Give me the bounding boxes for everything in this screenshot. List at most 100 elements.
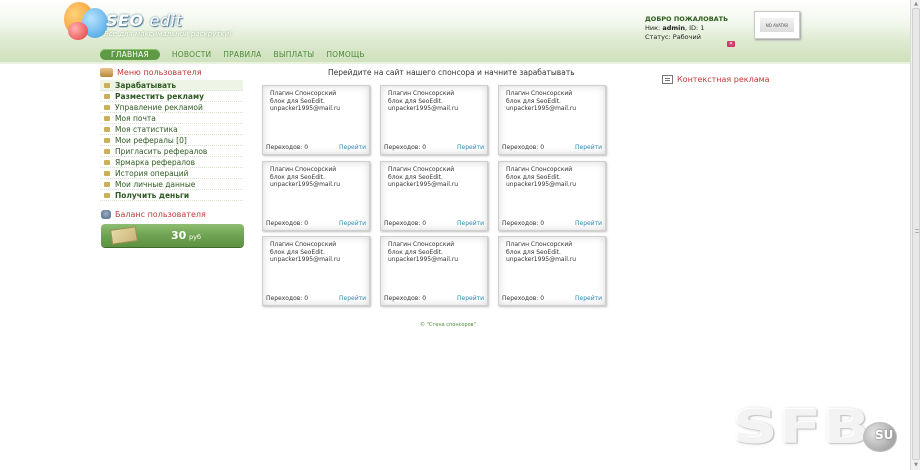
nav-help[interactable]: ПОМОЩЬ xyxy=(320,50,370,59)
watermark-text: SFB xyxy=(733,400,872,454)
clicks-count: Переходов: 0 xyxy=(384,144,427,151)
sponsor-wall-title: Перейдите на сайт нашего спонсора и начн… xyxy=(328,68,575,77)
go-link[interactable]: Перейти xyxy=(457,295,484,302)
menu-item-label: Управление рекламой xyxy=(115,102,203,112)
banknotes-icon xyxy=(110,226,138,245)
user-menu: Зарабатывать Разместить рекламу Управлен… xyxy=(100,80,243,201)
card-email: unpacker1995@mail.ru xyxy=(388,256,459,263)
menu-item-manage-ads[interactable]: Управление рекламой xyxy=(100,102,243,113)
card-line: блок для SeoEdit. xyxy=(388,173,443,181)
card-footer: Переходов: 0 Перейти xyxy=(502,220,602,227)
sponsor-card[interactable]: Плагин Спонсорский блок для SeoEdit. unp… xyxy=(498,161,606,231)
menu-item-label: Мои личные данные xyxy=(115,179,196,189)
ads-document-icon xyxy=(662,75,673,84)
page: SEO edit Все для максимальной раскрутки!… xyxy=(0,0,920,470)
user-status: Статус: Рабочий xyxy=(645,33,701,41)
go-link[interactable]: Перейти xyxy=(575,144,602,151)
card-line: Плагин Спонсорский xyxy=(388,90,455,97)
menu-item-label: Зарабатывать xyxy=(115,80,177,90)
clicks-count: Переходов: 0 xyxy=(384,295,427,302)
context-ads-title: Контекстная реклама xyxy=(677,75,770,84)
briefcase-icon xyxy=(100,68,113,77)
go-link[interactable]: Перейти xyxy=(575,295,602,302)
sponsor-card[interactable]: Плагин Спонсорский блок для SeoEdit. unp… xyxy=(498,85,606,155)
main-nav: ГЛАВНАЯ НОВОСТИ ПРАВИЛА ВЫПЛАТЫ ПОМОЩЬ xyxy=(100,48,371,60)
go-link[interactable]: Перейти xyxy=(339,220,366,227)
card-line: Плагин Спонсорский xyxy=(506,90,573,97)
menu-item-profile[interactable]: Мои личные данные xyxy=(100,179,243,190)
logout-close-icon[interactable]: ✕ xyxy=(727,41,735,47)
scroll-down-arrow-icon[interactable]: ▼ xyxy=(913,462,919,468)
menu-item-label: Мои рефералы [0] xyxy=(115,135,187,145)
card-email: unpacker1995@mail.ru xyxy=(270,105,341,112)
sponsor-card[interactable]: Плагин Спонсорский блок для SeoEdit. unp… xyxy=(262,236,370,306)
clicks-count: Переходов: 0 xyxy=(266,144,309,151)
menu-item-earn[interactable]: Зарабатывать xyxy=(100,80,243,91)
sponsor-card[interactable]: Плагин Спонсорский блок для SeoEdit. unp… xyxy=(380,236,488,306)
context-ads-heading: Контекстная реклама xyxy=(662,75,770,84)
avatar-placeholder: NO AVATAR xyxy=(760,18,794,32)
nav-rules[interactable]: ПРАВИЛА xyxy=(217,50,267,59)
menu-bullet-icon xyxy=(104,115,110,121)
clicks-count: Переходов: 0 xyxy=(502,220,545,227)
site-logo[interactable]: SEO edit xyxy=(106,11,182,30)
nav-payouts[interactable]: ВЫПЛАТЫ xyxy=(268,50,321,59)
go-link[interactable]: Перейти xyxy=(339,144,366,151)
avatar[interactable]: NO AVATAR xyxy=(754,11,800,39)
balance-box: 30 руб xyxy=(101,224,244,247)
menu-bullet-icon xyxy=(104,170,110,176)
clicks-count: Переходов: 0 xyxy=(502,144,545,151)
menu-item-history[interactable]: История операций xyxy=(100,168,243,179)
sponsor-card-text: Плагин Спонсорский блок для SeoEdit. unp… xyxy=(270,90,366,113)
menu-item-referral-market[interactable]: Ярмарка рефералов xyxy=(100,157,243,168)
header-divider xyxy=(0,62,910,64)
sponsor-wall-footer-link[interactable]: © "Стена спонсоров" xyxy=(420,322,476,328)
menu-item-place-ads[interactable]: Разместить рекламу xyxy=(100,91,243,102)
sponsor-card[interactable]: Плагин Спонсорский блок для SeoEdit. unp… xyxy=(380,161,488,231)
card-line: Плагин Спонсорский xyxy=(388,166,455,173)
watermark: SFB SU xyxy=(733,400,913,460)
card-line: блок для SeoEdit. xyxy=(506,248,561,256)
sponsor-card-text: Плагин Спонсорский блок для SeoEdit. unp… xyxy=(388,241,484,264)
scroll-up-arrow-icon[interactable]: ▲ xyxy=(913,1,919,7)
sponsor-card[interactable]: Плагин Спонсорский блок для SeoEdit. unp… xyxy=(262,161,370,231)
card-email: unpacker1995@mail.ru xyxy=(388,105,459,112)
menu-item-stats[interactable]: Моя статистика xyxy=(100,124,243,135)
welcome-block: ДОБРО ПОЖАЛОВАТЬ Ник: admin, ID: 1 Стату… xyxy=(645,15,728,42)
logo-subtitle: Все для максимальной раскрутки! xyxy=(104,30,232,38)
go-link[interactable]: Перейти xyxy=(339,295,366,302)
scroll-thumb[interactable] xyxy=(912,8,920,460)
menu-item-withdraw[interactable]: Получить деньги xyxy=(100,190,243,201)
money-bag-icon xyxy=(101,210,111,219)
scroll-grip-icon xyxy=(915,229,919,233)
menu-bullet-icon xyxy=(104,104,110,110)
nick-value[interactable]: admin xyxy=(662,24,685,32)
menu-item-invite[interactable]: Пригласить рефералов xyxy=(100,146,243,157)
menu-bullet-icon xyxy=(104,181,110,187)
menu-item-referrals[interactable]: Мои рефералы [0] xyxy=(100,135,243,146)
clicks-count: Переходов: 0 xyxy=(266,295,309,302)
menu-bullet-icon xyxy=(104,82,110,88)
menu-bullet-icon xyxy=(104,159,110,165)
welcome-title: ДОБРО ПОЖАЛОВАТЬ xyxy=(645,15,729,23)
menu-bullet-icon xyxy=(104,137,110,143)
sponsor-card[interactable]: Плагин Спонсорский блок для SeoEdit. unp… xyxy=(262,85,370,155)
balance-title: Баланс пользователя xyxy=(115,210,206,219)
menu-item-mail[interactable]: Моя почта xyxy=(100,113,243,124)
menu-item-label: Моя почта xyxy=(115,113,156,123)
card-email: unpacker1995@mail.ru xyxy=(270,256,341,263)
go-link[interactable]: Перейти xyxy=(575,220,602,227)
nav-home[interactable]: ГЛАВНАЯ xyxy=(100,48,160,60)
sponsor-card[interactable]: Плагин Спонсорский блок для SeoEdit. unp… xyxy=(498,236,606,306)
sponsor-card-text: Плагин Спонсорский блок для SeoEdit. unp… xyxy=(506,241,602,264)
card-footer: Переходов: 0 Перейти xyxy=(384,144,484,151)
menu-bullet-icon xyxy=(104,148,110,154)
go-link[interactable]: Перейти xyxy=(457,144,484,151)
card-line: блок для SeoEdit. xyxy=(270,248,325,256)
nav-news[interactable]: НОВОСТИ xyxy=(166,50,217,59)
card-footer: Переходов: 0 Перейти xyxy=(384,220,484,227)
go-link[interactable]: Перейти xyxy=(457,220,484,227)
sponsor-card[interactable]: Плагин Спонсорский блок для SeoEdit. unp… xyxy=(380,85,488,155)
card-email: unpacker1995@mail.ru xyxy=(506,181,577,188)
nick-label: Ник: xyxy=(645,24,661,32)
